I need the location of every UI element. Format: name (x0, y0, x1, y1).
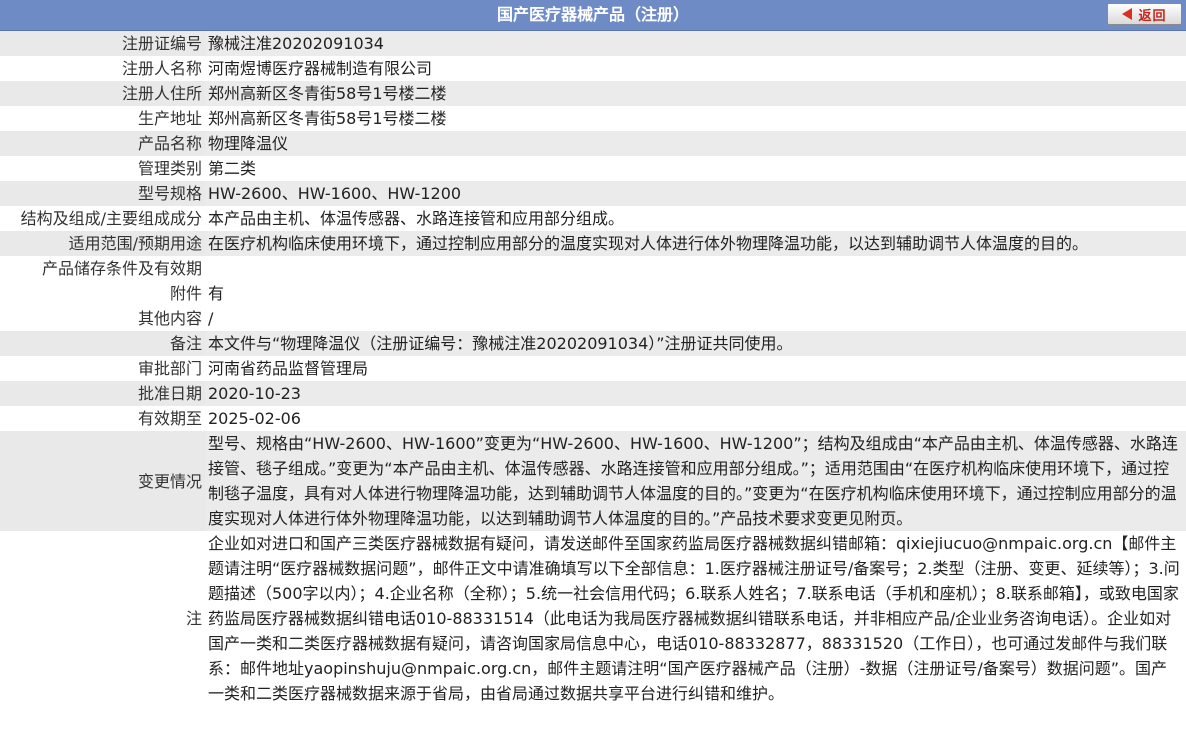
row-remarks: 备注 本文件与“物理降温仪（注册证编号：豫械注准20202091034）”注册证… (0, 331, 1186, 356)
field-value: 本产品由主机、体温传感器、水路连接管和应用部分组成。 (205, 206, 1186, 231)
field-label: 注册证编号 (0, 31, 205, 56)
field-value: 2025-02-06 (205, 406, 1186, 431)
field-label: 变更情况 (0, 431, 205, 531)
detail-table: 注册证编号 豫械注准20202091034 注册人名称 河南煜博医疗器械制造有限… (0, 31, 1186, 706)
row-changes: 变更情况 型号、规格由“HW-2600、HW-1600”变更为“HW-2600、… (0, 431, 1186, 531)
field-label: 其他内容 (0, 306, 205, 331)
field-value: 在医疗机构临床使用环境下，通过控制应用部分的温度实现对人体进行体外物理降温功能，… (205, 231, 1186, 256)
row-approval-date: 批准日期 2020-10-23 (0, 381, 1186, 406)
back-arrow-icon (1122, 8, 1133, 20)
field-label: 批准日期 (0, 381, 205, 406)
field-value: 郑州高新区冬青街58号1号楼二楼 (205, 106, 1186, 131)
field-value: HW-2600、HW-1600、HW-1200 (205, 181, 1186, 206)
field-label: 产品储存条件及有效期 (0, 256, 205, 281)
field-label: 生产地址 (0, 106, 205, 131)
row-storage: 产品储存条件及有效期 (0, 256, 1186, 281)
row-registration-number: 注册证编号 豫械注准20202091034 (0, 31, 1186, 56)
field-label: 备注 (0, 331, 205, 356)
field-label: 型号规格 (0, 181, 205, 206)
field-value (205, 256, 1186, 281)
row-registrant-address: 注册人住所 郑州高新区冬青街58号1号楼二楼 (0, 81, 1186, 106)
field-label: 结构及组成/主要组成成分 (0, 206, 205, 231)
field-label: 注册人住所 (0, 81, 205, 106)
back-button-label: 返回 (1138, 8, 1167, 24)
note-text: 企业如对进口和国产三类医疗器械数据有疑问，请发送邮件至国家药监局医疗器械数据纠错… (205, 531, 1186, 706)
row-structure: 结构及组成/主要组成成分 本产品由主机、体温传感器、水路连接管和应用部分组成。 (0, 206, 1186, 231)
row-production-address: 生产地址 郑州高新区冬青街58号1号楼二楼 (0, 106, 1186, 131)
field-label: 适用范围/预期用途 (0, 231, 205, 256)
field-label: 管理类别 (0, 156, 205, 181)
row-product-name: 产品名称 物理降温仪 (0, 131, 1186, 156)
row-scope: 适用范围/预期用途 在医疗机构临床使用环境下，通过控制应用部分的温度实现对人体进… (0, 231, 1186, 256)
row-note: 注 企业如对进口和国产三类医疗器械数据有疑问，请发送邮件至国家药监局医疗器械数据… (0, 531, 1186, 706)
field-value: 河南省药品监督管理局 (205, 356, 1186, 381)
field-value: 郑州高新区冬青街58号1号楼二楼 (205, 81, 1186, 106)
page-header: 国产医疗器械产品（注册） 返回 (0, 0, 1186, 31)
field-value: 有 (205, 281, 1186, 306)
row-approval-dept: 审批部门 河南省药品监督管理局 (0, 356, 1186, 381)
field-label: 产品名称 (0, 131, 205, 156)
field-label: 注册人名称 (0, 56, 205, 81)
row-model-spec: 型号规格 HW-2600、HW-1600、HW-1200 (0, 181, 1186, 206)
row-valid-until: 有效期至 2025-02-06 (0, 406, 1186, 431)
field-value: 本文件与“物理降温仪（注册证编号：豫械注准20202091034）”注册证共同使… (205, 331, 1186, 356)
field-value: 豫械注准20202091034 (205, 31, 1186, 56)
field-label: 审批部门 (0, 356, 205, 381)
field-value: 第二类 (205, 156, 1186, 181)
row-management-class: 管理类别 第二类 (0, 156, 1186, 181)
field-value: 型号、规格由“HW-2600、HW-1600”变更为“HW-2600、HW-16… (205, 431, 1186, 531)
field-value: 2020-10-23 (205, 381, 1186, 406)
row-registrant-name: 注册人名称 河南煜博医疗器械制造有限公司 (0, 56, 1186, 81)
field-value: 物理降温仪 (205, 131, 1186, 156)
field-label: 有效期至 (0, 406, 205, 431)
page-title: 国产医疗器械产品（注册） (496, 5, 689, 24)
field-label: 注 (0, 531, 205, 706)
row-other: 其他内容 / (0, 306, 1186, 331)
field-value: 河南煜博医疗器械制造有限公司 (205, 56, 1186, 81)
back-button[interactable]: 返回 (1107, 3, 1182, 25)
field-value: / (205, 306, 1186, 331)
row-attachment: 附件 有 (0, 281, 1186, 306)
field-label: 附件 (0, 281, 205, 306)
